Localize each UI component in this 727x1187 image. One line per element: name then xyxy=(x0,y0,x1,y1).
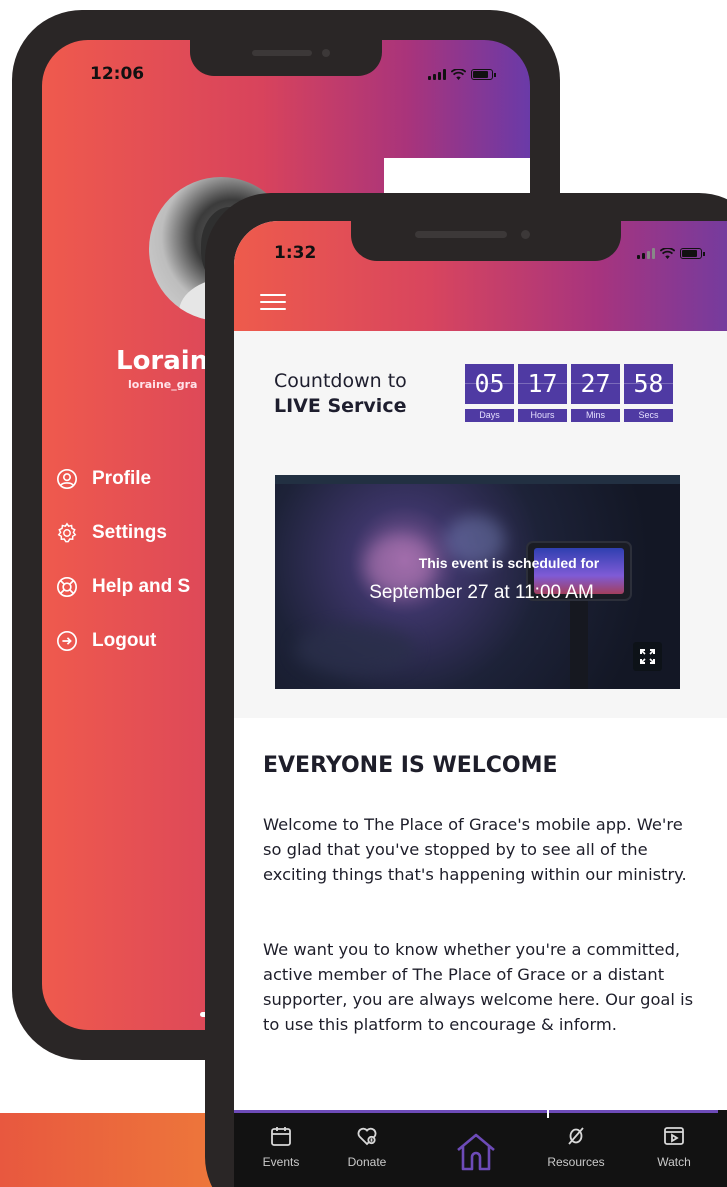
tab-watch[interactable]: Watch xyxy=(637,1124,711,1169)
front-phone-frame: 1:32 Countdown to LIVE Service 05 17 27 … xyxy=(205,193,727,1187)
lifebuoy-icon xyxy=(57,577,77,597)
tab-donate[interactable]: Donate xyxy=(330,1124,404,1169)
countdown-label-line2: LIVE Service xyxy=(274,395,407,417)
countdown-label: Countdown to LIVE Service xyxy=(274,369,407,419)
tab-label: Resources xyxy=(547,1155,605,1169)
logout-icon xyxy=(57,631,77,651)
cellular-signal-icon xyxy=(637,248,655,259)
menu-item-label: Logout xyxy=(92,630,157,651)
tab-label: Donate xyxy=(347,1155,387,1169)
countdown-unit-label: Days xyxy=(465,409,514,422)
bottom-tab-bar: Events Donate Resources Watch xyxy=(234,1110,727,1187)
home-screen: 1:32 Countdown to LIVE Service 05 17 27 … xyxy=(234,221,727,1187)
welcome-paragraph-2: We want you to know whether you're a com… xyxy=(263,940,694,1034)
countdown-unit-label: Secs xyxy=(624,409,673,422)
tab-resources[interactable]: Resources xyxy=(539,1124,613,1169)
wifi-icon xyxy=(451,69,466,80)
promo-stage: 12:06 Lorain loraine_gra Profile Setting… xyxy=(0,0,727,1187)
phone-notch xyxy=(351,221,621,261)
home-icon xyxy=(457,1133,495,1171)
status-time: 12:06 xyxy=(90,64,145,84)
menu-item-help[interactable]: Help and S xyxy=(56,576,190,598)
profile-name: Lorain xyxy=(116,346,209,376)
tab-label: Events xyxy=(262,1155,300,1169)
decorative-orange-bar xyxy=(0,1113,240,1187)
menu-item-label: Profile xyxy=(92,468,152,489)
countdown-hours: 17 xyxy=(518,364,567,404)
tab-home[interactable] xyxy=(454,1130,498,1174)
calendar-icon xyxy=(271,1127,291,1146)
welcome-section: EVERYONE IS WELCOME Welcome to The Place… xyxy=(234,718,727,1110)
app-header: 1:32 xyxy=(234,221,727,331)
menu-item-logout[interactable]: Logout xyxy=(56,630,156,652)
user-icon xyxy=(57,469,77,489)
menu-item-profile[interactable]: Profile xyxy=(56,468,151,490)
tab-label: Watch xyxy=(657,1155,691,1169)
menu-item-settings[interactable]: Settings xyxy=(56,522,167,544)
countdown-mins: 27 xyxy=(571,364,620,404)
battery-icon xyxy=(680,248,705,259)
menu-item-label: Help and S xyxy=(92,576,191,597)
donate-icon xyxy=(357,1127,377,1146)
cellular-signal-icon xyxy=(428,69,446,80)
welcome-paragraph-1: Welcome to The Place of Grace's mobile a… xyxy=(263,815,687,884)
menu-item-label: Settings xyxy=(92,522,167,543)
profile-username: loraine_gra xyxy=(128,378,198,391)
countdown-days: 05 xyxy=(465,364,514,404)
countdown-unit-label: Mins xyxy=(571,409,620,422)
hamburger-menu-icon[interactable] xyxy=(260,294,286,310)
welcome-title: EVERYONE IS WELCOME xyxy=(263,753,558,778)
gear-icon xyxy=(57,522,77,543)
live-video-player[interactable]: This event is scheduled for September 27… xyxy=(275,475,680,689)
status-icons xyxy=(637,248,705,259)
tab-events[interactable]: Events xyxy=(244,1124,318,1169)
status-icons xyxy=(428,69,496,80)
status-time: 1:32 xyxy=(274,243,317,263)
fullscreen-icon[interactable] xyxy=(633,642,662,671)
resources-icon xyxy=(568,1127,584,1145)
countdown-unit-label: Hours xyxy=(518,409,567,422)
battery-icon xyxy=(471,69,496,80)
wifi-icon xyxy=(660,248,675,259)
scheduled-datetime: September 27 at 11:00 AM xyxy=(369,582,594,603)
countdown-label-line1: Countdown to xyxy=(274,370,407,392)
countdown-secs: 58 xyxy=(624,364,673,404)
watch-icon xyxy=(664,1127,684,1145)
scheduled-label: This event is scheduled for xyxy=(418,555,600,571)
phone-notch xyxy=(190,40,382,76)
